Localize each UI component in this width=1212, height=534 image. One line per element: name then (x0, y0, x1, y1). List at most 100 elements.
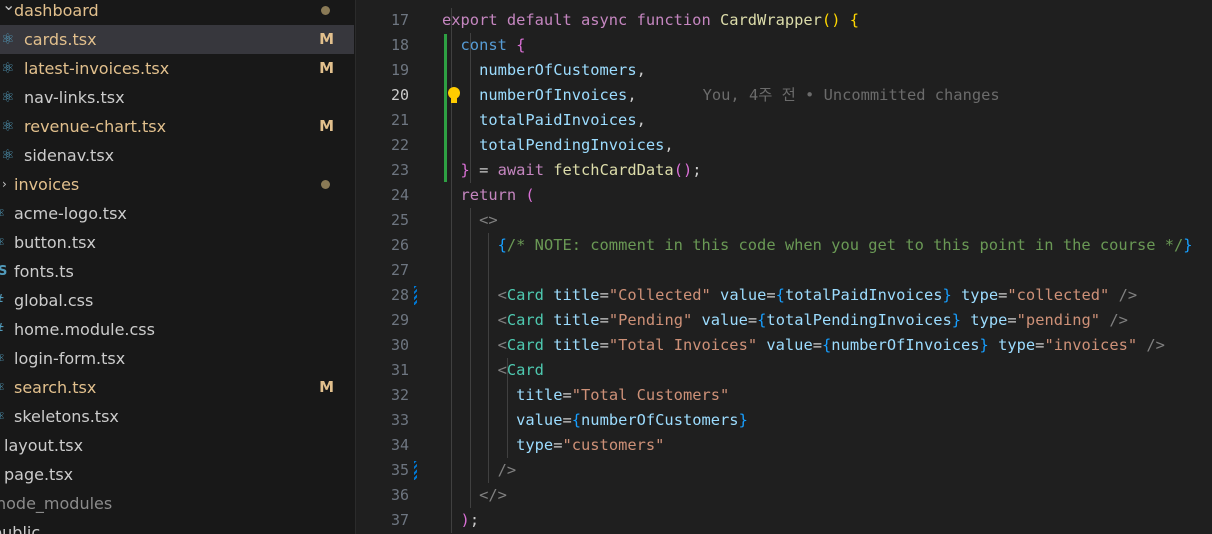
code-line[interactable]: export default async function CardWrappe… (442, 8, 859, 33)
code-token: = (469, 161, 498, 179)
react-file-icon: ⚛ (0, 431, 1, 460)
code-token: type (442, 436, 554, 454)
lightbulb-icon[interactable] (447, 86, 461, 104)
explorer-item-search-tsx[interactable]: ⚛ search.tsx M (0, 373, 354, 402)
code-line[interactable]: const { (442, 33, 526, 58)
explorer-item-label: acme-logo.tsx (14, 204, 127, 223)
code-line[interactable]: </> (442, 483, 507, 508)
code-token: { (516, 36, 526, 54)
code-token: title (442, 386, 563, 404)
code-token: = (812, 336, 822, 354)
explorer-item-skeletons-tsx[interactable]: ⚛ skeletons.tsx (0, 402, 354, 431)
code-token: type (970, 311, 1008, 329)
code-line[interactable]: {/* NOTE: comment in this code when you … (442, 233, 1193, 258)
code-token: = (599, 311, 609, 329)
explorer-item-home-module-css[interactable]: # home.module.css (0, 315, 354, 344)
code-editor[interactable]: 16 17 export default async function CardWr… (356, 0, 1212, 534)
code-line[interactable]: numberOfCustomers, (442, 58, 646, 83)
chevron-right-icon[interactable]: › (2, 170, 7, 199)
line-number: 31 (390, 361, 409, 379)
explorer-item-login-form-tsx[interactable]: ⚛ login-form.tsx (0, 344, 354, 373)
explorer-item-dashboard[interactable]: ⌄ dashboard (0, 0, 354, 25)
line-number: 21 (390, 111, 409, 129)
code-token: "customers" (562, 436, 665, 454)
explorer-item-label: global.css (14, 291, 94, 310)
code-line[interactable]: ); (442, 508, 480, 533)
explorer-item-label: fonts.ts (14, 262, 74, 281)
code-line[interactable]: <Card title="Collected" value={totalPaid… (442, 283, 1138, 308)
code-token: = (998, 286, 1008, 304)
explorer-item-fonts-ts[interactable]: Sfonts.ts (0, 257, 354, 286)
code-line[interactable]: <Card (442, 358, 544, 383)
explorer-item-node-modules[interactable]: node_modules (0, 489, 354, 518)
explorer-item-label: invoices (14, 175, 80, 194)
explorer-item-sidenav-tsx[interactable]: ⚛ sidenav.tsx (0, 141, 354, 170)
explorer-item-global-css[interactable]: # global.css (0, 286, 354, 315)
code-line[interactable]: type="customers" (442, 433, 664, 458)
explorer-item-button-tsx[interactable]: ⚛ button.tsx (0, 228, 354, 257)
code-token: totalPaidInvoices (784, 286, 943, 304)
explorer-item-layout-tsx[interactable]: ⚛layout.tsx (0, 431, 354, 460)
code-line[interactable]: <> (442, 208, 498, 233)
code-token: const (442, 36, 517, 54)
git-modified-gutter-marker[interactable] (414, 461, 417, 480)
git-modified-gutter-marker[interactable] (414, 286, 417, 305)
code-token: value (442, 411, 563, 429)
code-line[interactable]: numberOfInvoices, You, 4주 전 • Uncommitted… (442, 83, 1000, 108)
code-line[interactable]: <Card title="Total Invoices" value={numb… (442, 333, 1165, 358)
react-file-icon: ⚛ (0, 228, 5, 257)
code-token: "Total Customers" (571, 386, 730, 404)
explorer-item-invoices[interactable]: › invoices (0, 170, 354, 199)
code-line[interactable]: } = await fetchCardData(); (442, 158, 702, 183)
code-line[interactable]: /> (442, 458, 517, 483)
code-token: "Collected" (608, 286, 721, 304)
code-line[interactable]: return ( (442, 183, 535, 208)
code-token: < (442, 286, 507, 304)
line-number: 26 (390, 236, 409, 254)
explorer-item-cards-tsx[interactable]: ⚛ cards.tsx M (0, 25, 354, 54)
react-file-icon: ⚛ (1, 146, 15, 164)
explorer-item-label: dashboard (14, 1, 99, 20)
explorer-item-latest-invoices-tsx[interactable]: ⚛ latest-invoices.tsx M (0, 54, 354, 83)
code-token: < (442, 336, 507, 354)
explorer-item-public[interactable]: public (0, 518, 354, 534)
modified-dot-icon (321, 6, 330, 15)
explorer-item-label: revenue-chart.tsx (24, 117, 167, 136)
explorer-item-page-tsx[interactable]: ⚛page.tsx (0, 460, 354, 489)
code-line[interactable]: value={numberOfCustomers} (442, 408, 748, 433)
code-token: return (442, 186, 526, 204)
code-token: Card (506, 336, 554, 354)
code-line[interactable]: title="Total Customers" (442, 383, 729, 408)
code-line[interactable]: totalPendingInvoices, (442, 133, 674, 158)
react-file-icon: ⚛ (0, 373, 5, 402)
code-token: , (636, 61, 646, 79)
code-line[interactable]: totalPaidInvoices, (442, 108, 646, 133)
code-token: value (720, 286, 767, 304)
explorer-item-label: sidenav.tsx (24, 146, 115, 165)
explorer-item-label: layout.tsx (4, 436, 84, 455)
explorer-item-nav-links-tsx[interactable]: ⚛ nav-links.tsx (0, 83, 354, 112)
code-token: title (553, 286, 600, 304)
code-token: = (562, 386, 572, 404)
line-number: 28 (390, 286, 409, 304)
code-token: "collected" (1007, 286, 1119, 304)
code-token: /> (442, 461, 517, 479)
code-token: = (599, 336, 609, 354)
code-token: title (553, 311, 600, 329)
explorer-item-revenue-chart-tsx[interactable]: ⚛ revenue-chart.tsx M (0, 112, 354, 141)
git-status-badge: M (319, 117, 334, 135)
code-token: </> (442, 486, 507, 504)
react-file-icon: ⚛ (1, 30, 15, 48)
typescript-file-icon: S (0, 257, 7, 286)
code-token: () (673, 161, 693, 179)
code-token: totalPendingInvoices (442, 136, 665, 154)
line-number: 32 (390, 386, 409, 404)
explorer-item-acme-logo-tsx[interactable]: ⚛ acme-logo.tsx (0, 199, 354, 228)
code-token: numberOfInvoices (442, 86, 628, 104)
line-number: 30 (390, 336, 409, 354)
code-token: = (562, 411, 572, 429)
code-line[interactable]: <Card title="Pending" value={totalPendin… (442, 308, 1128, 333)
code-token: /> (1109, 311, 1128, 329)
code-token: CardWrapper (719, 11, 822, 29)
code-token: { (849, 11, 860, 29)
